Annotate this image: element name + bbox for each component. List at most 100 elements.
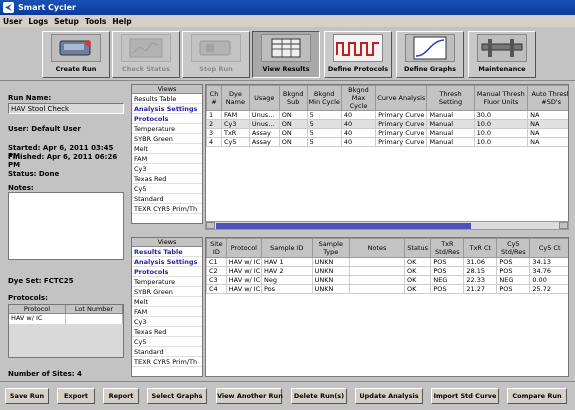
- column-header-thresh-setting[interactable]: Thresh Setting: [426, 85, 475, 111]
- table-row[interactable]: C4 HAV w/ IC Pos UNKN OK POS 21.27 POS 25.72: [206, 284, 568, 294]
- menu-help[interactable]: Help: [109, 17, 134, 26]
- table-cell: Neg: [260, 275, 313, 285]
- view-item-texas-red[interactable]: Texas Red: [132, 174, 202, 184]
- protocol-cell: HAV w/ IC: [9, 314, 66, 324]
- column-header-txr-std-res[interactable]: TxR Std/Res: [430, 238, 465, 258]
- column-header-ch[interactable]: Ch #: [206, 85, 222, 111]
- view-item-temperature[interactable]: Temperature: [132, 124, 202, 134]
- table-row[interactable]: 2 Cy3 Unus... ON 5 40 Primary Curve Manual 10.0 N…: [206, 119, 568, 129]
- table-row[interactable]: C3 HAV w/ IC Neg UNKN OK NEG 22.33 NEG 0.00: [206, 275, 568, 285]
- analysis-table-hscrollbar[interactable]: [205, 221, 569, 230]
- view-item-analysis-settings[interactable]: Analysis Settings: [132, 104, 202, 114]
- view-results-button[interactable]: View Results: [252, 31, 320, 78]
- scroll-left-arrow-icon[interactable]: [206, 222, 215, 229]
- check-status-button[interactable]: Check Status: [112, 31, 180, 78]
- scroll-right-arrow-icon[interactable]: [559, 222, 568, 229]
- view-item-texas-red[interactable]: Texas Red: [132, 327, 202, 337]
- column-header-bkgnd-min-cycle[interactable]: Bkgnd Min Cycle: [306, 85, 342, 111]
- view-item-cy3[interactable]: Cy3: [132, 317, 202, 327]
- table-cell: 10.0: [473, 137, 529, 147]
- menu-logs[interactable]: Logs: [25, 17, 51, 26]
- select-graphs-button[interactable]: Select Graphs: [147, 388, 207, 404]
- view-item-fam[interactable]: FAM: [132, 307, 202, 317]
- column-header-protocol[interactable]: Protocol: [225, 238, 262, 258]
- report-button[interactable]: Report: [103, 388, 139, 404]
- view-item-melt[interactable]: Melt: [132, 144, 202, 154]
- table-cell: Manual: [426, 137, 475, 147]
- table-row[interactable]: C1 HAV w/ IC HAV 1 UNKN OK POS 31.06 POS 34.13: [206, 257, 568, 267]
- scroll-thumb[interactable]: [216, 223, 471, 229]
- run-name-field[interactable]: HAV Stool Check: [8, 103, 124, 114]
- column-header-usage[interactable]: Usage: [248, 85, 280, 111]
- table-cell: Cy3: [220, 119, 250, 129]
- view-item-temperature[interactable]: Temperature: [132, 277, 202, 287]
- table-cell: Assay: [248, 128, 280, 138]
- column-header-curve-analysis[interactable]: Curve Analysis: [375, 85, 428, 111]
- view-item-protocols[interactable]: Protocols: [132, 114, 202, 124]
- lot-number-cell[interactable]: [66, 314, 123, 324]
- table-cell: HAV w/ IC: [225, 266, 262, 276]
- view-item-standard[interactable]: Standard: [132, 347, 202, 357]
- column-header-dye-name[interactable]: Dye Name: [220, 85, 250, 111]
- column-header-status[interactable]: Status: [403, 238, 432, 258]
- view-item-texr-cyr5-prim-th[interactable]: TEXR CYR5 Prim/Th: [132, 204, 202, 214]
- table-cell: POS: [430, 266, 465, 276]
- view-item-cy3[interactable]: Cy3: [132, 164, 202, 174]
- table-row[interactable]: 1 FAM Unus... ON 5 40 Primary Curve Manual 30.0 N…: [206, 110, 568, 120]
- table-cell: OK: [403, 275, 432, 285]
- view-item-sybr-green[interactable]: SYBR Green: [132, 287, 202, 297]
- create-run-button[interactable]: Create Run: [42, 31, 110, 78]
- view-item-texr-cyr5-prim-th[interactable]: TEXR CYR5 Prim/Th: [132, 357, 202, 367]
- column-header-site-id[interactable]: Site ID: [206, 238, 227, 258]
- view-item-fam[interactable]: FAM: [132, 154, 202, 164]
- table-row[interactable]: 4Cy5AssayON540Primary CurveManual10.0NA5: [206, 137, 568, 147]
- table-row[interactable]: C2 HAV w/ IC HAV 2 UNKN OK POS 28.15 POS 34.76: [206, 266, 568, 276]
- define-protocols-button[interactable]: Define Protocols: [324, 31, 392, 78]
- column-header-txr-ct[interactable]: TxR Ct: [463, 238, 498, 258]
- table-cell: UNKN: [311, 284, 350, 294]
- view-item-results-table[interactable]: Results Table: [132, 247, 202, 257]
- view-item-results-table[interactable]: Results Table: [132, 94, 202, 104]
- results-table: Site ID Protocol Sample ID Sample Type Notes…: [205, 237, 569, 377]
- stop-run-button[interactable]: Stop Run: [182, 31, 250, 78]
- view-item-sybr-green[interactable]: SYBR Green: [132, 134, 202, 144]
- column-header-notes[interactable]: Notes: [348, 238, 405, 258]
- update-analysis-button[interactable]: Update Analysis: [355, 388, 423, 404]
- bottom-action-bar: Save Run Export Report Select Graphs View An…: [0, 381, 575, 410]
- column-header-bkgnd-max-cycle[interactable]: Bkgnd Max Cycle: [340, 85, 377, 111]
- table-cell: POS: [496, 284, 531, 294]
- export-button[interactable]: Export: [57, 388, 95, 404]
- compare-run-button[interactable]: Compare Run: [507, 388, 567, 404]
- menu-tools[interactable]: Tools: [82, 17, 109, 26]
- menu-setup[interactable]: Setup: [51, 17, 82, 26]
- column-header-cy5-std-res[interactable]: Cy5 Std/Res: [496, 238, 531, 258]
- menu-user[interactable]: User: [0, 17, 25, 26]
- view-item-analysis-settings[interactable]: Analysis Settings: [132, 257, 202, 267]
- table-cell: POS: [430, 284, 465, 294]
- column-header-bkgnd-sub[interactable]: Bkgnd Sub: [278, 85, 308, 111]
- save-run-button[interactable]: Save Run: [5, 388, 49, 404]
- column-header-sample-id[interactable]: Sample ID: [260, 238, 313, 258]
- table-cell: OK: [403, 284, 432, 294]
- notes-textarea[interactable]: [8, 192, 124, 260]
- protocols-table-row[interactable]: HAV w/ IC: [9, 314, 123, 324]
- view-item-cy5[interactable]: Cy5: [132, 184, 202, 194]
- table-row[interactable]: 3TxRAssayON540Primary CurveManual10.0NA5: [206, 128, 568, 138]
- column-header-manual-thresh-fluor-units[interactable]: Manual Thresh Fluor Units: [473, 85, 529, 111]
- number-of-sites-info: Number of Sites: 4: [8, 370, 82, 378]
- column-header-auto-thresh-sd-s[interactable]: Auto Thresh #SD's: [527, 85, 568, 111]
- view-item-cy5[interactable]: Cy5: [132, 337, 202, 347]
- table-cell: 4: [206, 137, 222, 147]
- lot-number-column-header: Lot Number: [66, 305, 123, 313]
- view-item-standard[interactable]: Standard: [132, 194, 202, 204]
- import-std-curve-button[interactable]: Import Std Curve: [431, 388, 499, 404]
- define-graphs-button[interactable]: Define Graphs: [396, 31, 464, 78]
- user-info: User: Default User: [8, 125, 81, 133]
- view-item-protocols[interactable]: Protocols: [132, 267, 202, 277]
- delete-run-s-button[interactable]: Delete Run(s): [291, 388, 347, 404]
- view-another-run-button[interactable]: View Another Run: [216, 388, 283, 404]
- column-header-sample-type[interactable]: Sample Type: [311, 238, 350, 258]
- view-item-melt[interactable]: Melt: [132, 297, 202, 307]
- column-header-cy5-ct[interactable]: Cy5 Ct: [529, 238, 568, 258]
- maintenance-button[interactable]: Maintenance: [468, 31, 536, 78]
